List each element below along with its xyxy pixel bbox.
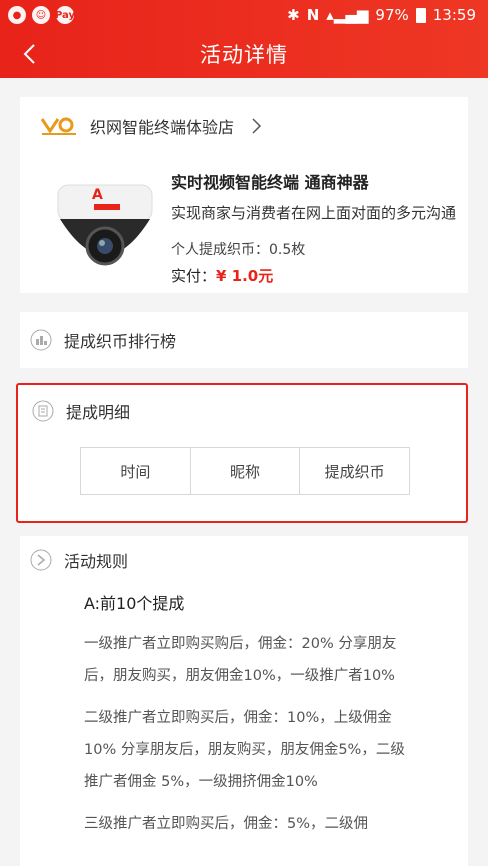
store-name: 织网智能终端体验店	[90, 118, 235, 137]
commission-coin: 个人提成织币：0.5枚	[171, 242, 306, 258]
list-icon	[32, 400, 54, 422]
battery-percent: 97%	[375, 6, 409, 24]
contact-icon: ☺	[32, 6, 50, 24]
rule-paragraph: 三级推广者立即购买后，佣金：5%，二级佣	[84, 816, 369, 832]
pay-label: 实付：	[171, 267, 217, 285]
rules-title: 活动规则	[64, 552, 129, 571]
column-commission: 提成织币	[324, 462, 385, 481]
product-image[interactable]: A	[50, 171, 160, 291]
wechat-icon: ●	[8, 6, 26, 24]
rule-paragraph: 一级推广者立即购买购后，佣金：20% 分享朋友后，朋友购买，朋友佣金10%，一级…	[84, 636, 397, 684]
battery-icon	[415, 7, 426, 23]
page-title: 活动详情	[200, 43, 288, 67]
product-title: 实时视频智能终端 通商神器	[171, 173, 369, 192]
clock: 13:59	[432, 6, 476, 24]
actual-pay: 实付：¥ 1.0元	[171, 265, 456, 286]
back-button[interactable]	[14, 38, 46, 70]
pay-icon: Pay	[55, 6, 75, 24]
column-nickname: 昵称	[191, 448, 301, 494]
detail-title: 提成明细	[66, 403, 131, 422]
rules-icon	[30, 549, 52, 571]
status-bar: ● ☺ Pay ✱ N ▴▂▄▆ 97% 13:59	[0, 0, 488, 30]
ranking-title: 提成织币排行榜	[64, 332, 177, 351]
ranking-icon	[30, 329, 52, 351]
nav-bar: 活动详情	[0, 30, 488, 78]
ranking-section[interactable]: 提成织币排行榜	[20, 312, 468, 368]
store-logo-icon	[40, 117, 76, 135]
store-card: 织网智能终端体验店 A 实时视频智能终端 通商神器 实现商家与消费者在网上面对面…	[20, 97, 468, 293]
svg-text:A: A	[92, 187, 103, 203]
nfc-icon: N	[306, 6, 320, 24]
price: ¥ 1.0元	[216, 267, 274, 285]
rules-section: 活动规则 A:前10个提成 一级推广者立即购买购后，佣金：20% 分享朋友后，朋…	[20, 536, 468, 866]
signal-icon: ▴▂▄▆	[326, 6, 369, 24]
detail-table-header: 时间 昵称 提成织币	[80, 447, 410, 495]
product-desc: 实现商家与消费者在网上面对面的多元沟通	[171, 204, 457, 222]
rules-subtitle: A:前10个提成	[84, 594, 185, 613]
rule-paragraph: 二级推广者立即购买后，佣金：10%，上级佣金10% 分享朋友后，朋友购买，朋友佣…	[84, 710, 405, 790]
store-link[interactable]: 织网智能终端体验店	[20, 97, 468, 155]
column-time: 时间	[81, 448, 191, 494]
product-info: 实时视频智能终端 通商神器 实现商家与消费者在网上面对面的多元沟通 个人提成织币…	[171, 169, 456, 286]
chevron-right-icon	[252, 118, 262, 134]
chevron-left-icon	[23, 44, 35, 64]
bluetooth-icon: ✱	[287, 6, 300, 24]
commission-detail-section: 提成明细 时间 昵称 提成织币	[16, 383, 468, 523]
